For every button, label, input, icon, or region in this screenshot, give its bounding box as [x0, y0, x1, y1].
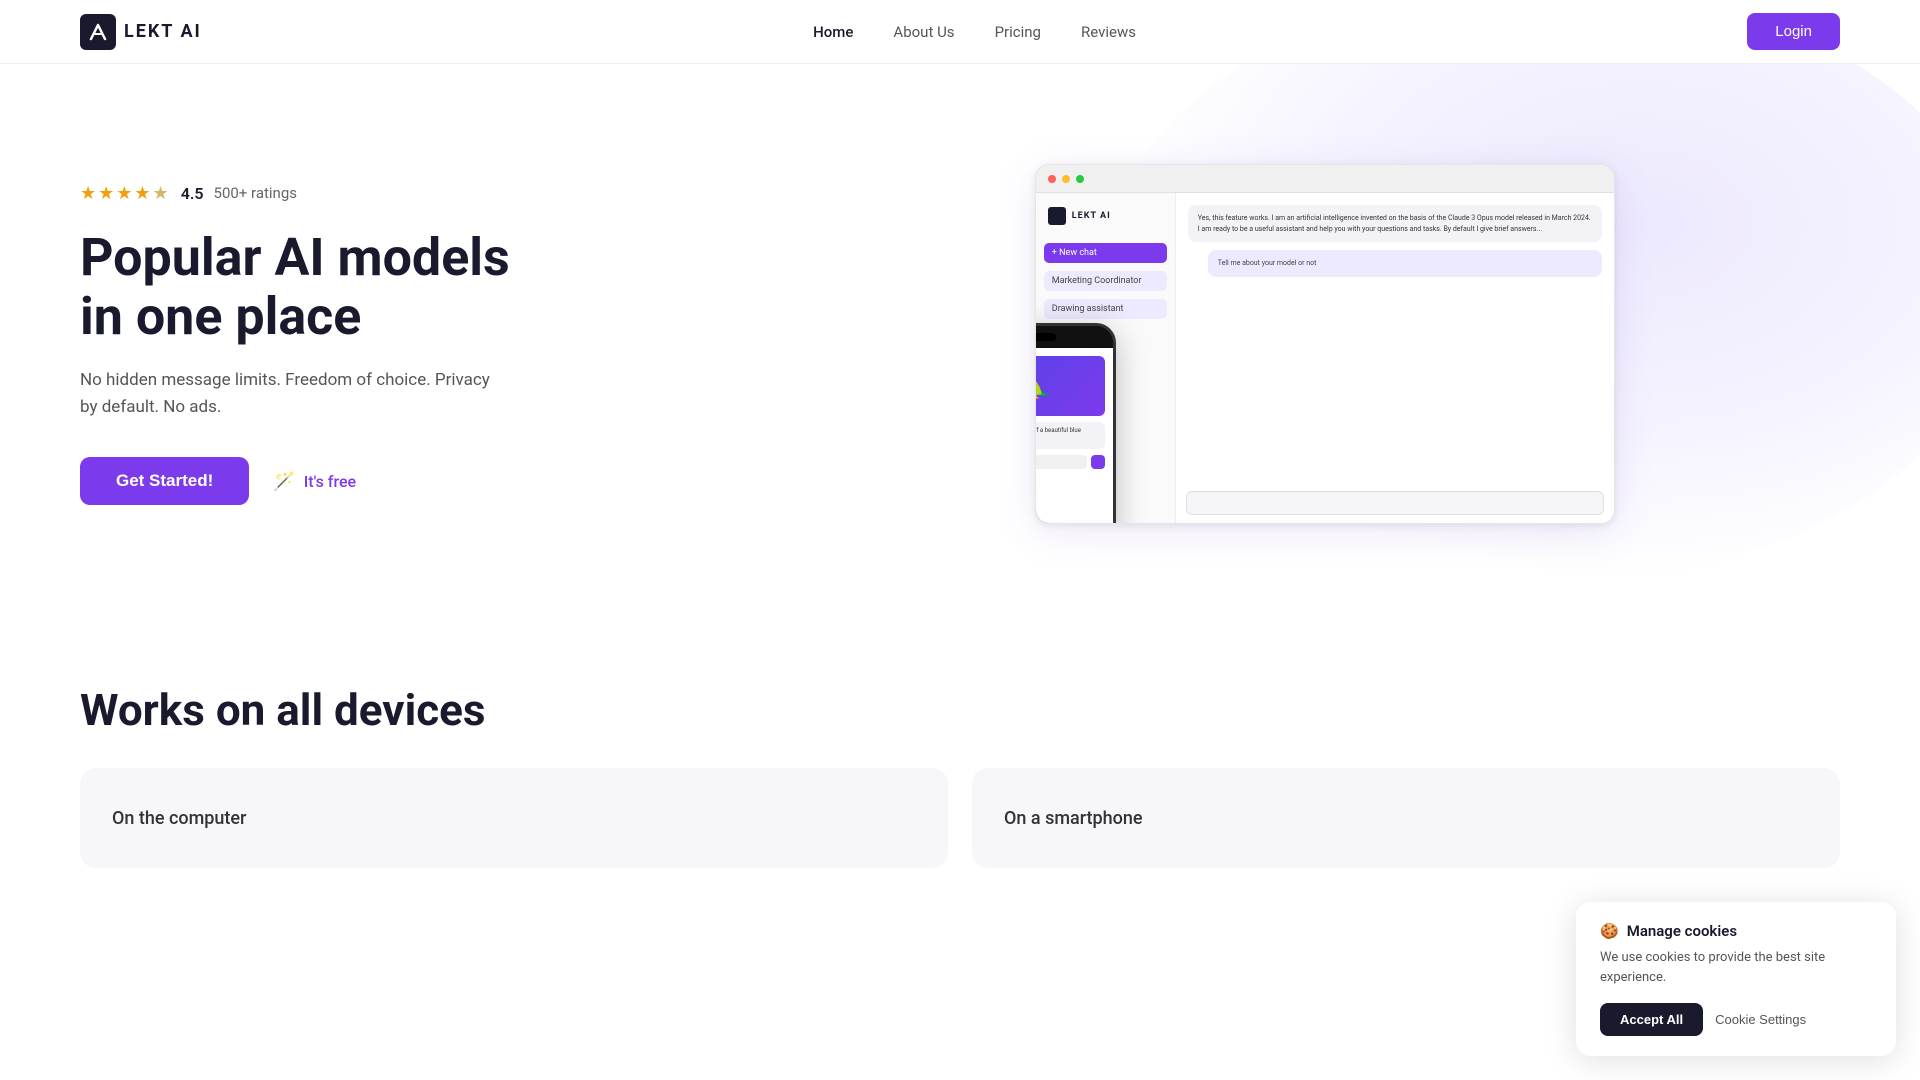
cookie-settings-button[interactable]: Cookie Settings [1715, 1012, 1806, 1027]
smartphone-card: On a smartphone [972, 768, 1840, 868]
devices-heading: Works on all devices [80, 684, 1840, 736]
computer-label: On the computer [112, 808, 246, 829]
bird-icon: 🦜 [1035, 372, 1051, 400]
desktop-mockup: LEKT AI + New chat Marketing Coordinator… [1035, 164, 1615, 524]
mobile-chat-1: Sure! Here's an image of a beautiful blu… [1035, 422, 1105, 449]
dot-red [1048, 175, 1056, 183]
dot-yellow [1062, 175, 1070, 183]
logo-icon [80, 14, 116, 50]
mobile-input[interactable] [1035, 455, 1087, 469]
chat-bubble-user: Tell me about your model or not [1208, 250, 1602, 277]
logo-link[interactable]: LEKT AI [80, 14, 202, 50]
devices-section: Works on all devices On the computer On … [0, 624, 1920, 908]
dot-green [1076, 175, 1084, 183]
rating-row: ★★★★★ 4.5 500+ ratings [80, 183, 510, 204]
sidebar-logo-mini [1048, 207, 1066, 225]
cookie-icon: 🍪 [1600, 922, 1619, 940]
nav-reviews[interactable]: Reviews [1081, 23, 1136, 41]
nav-links: Home About Us Pricing Reviews [813, 23, 1136, 41]
mobile-notch [1035, 333, 1056, 341]
devices-cards: On the computer On a smartphone [80, 768, 1840, 868]
cookie-title: 🍪 Manage cookies [1600, 922, 1872, 940]
sidebar-logo: LEKT AI [1044, 203, 1167, 229]
mobile-body: 🦜 Sure! Here's an image of a beautiful b… [1035, 348, 1113, 524]
hero-section: ★★★★★ 4.5 500+ ratings Popular AI models… [0, 64, 1920, 624]
mobile-overlay: 🦜 Sure! Here's an image of a beautiful b… [1035, 323, 1116, 524]
hero-left: ★★★★★ 4.5 500+ ratings Popular AI models… [80, 183, 510, 506]
cookie-banner: 🍪 Manage cookies We use cookies to provi… [1576, 902, 1896, 1056]
rating-count: 500+ ratings [214, 184, 297, 202]
sidebar-logo-text: LEKT AI [1072, 211, 1111, 221]
sidebar-new-chat[interactable]: + New chat [1044, 243, 1167, 263]
login-button[interactable]: Login [1747, 13, 1840, 50]
cookie-title-text: Manage cookies [1627, 922, 1737, 940]
hero-heading: Popular AI models in one place [80, 228, 510, 348]
its-free-label: 🪄 It's free [273, 471, 356, 492]
computer-card: On the computer [80, 768, 948, 868]
get-started-button[interactable]: Get Started! [80, 457, 249, 505]
device-body: LEKT AI + New chat Marketing Coordinator… [1036, 193, 1614, 523]
chat-bubble-ai: Yes, this feature works. I am an artific… [1188, 205, 1602, 242]
magic-icon: 🪄 [273, 471, 295, 492]
cta-row: Get Started! 🪄 It's free [80, 457, 510, 505]
sidebar-item-2[interactable]: Drawing assistant [1044, 299, 1167, 319]
cookie-text: We use cookies to provide the best site … [1600, 948, 1872, 987]
logo-text: LEKT AI [124, 21, 202, 42]
rating-score: 4.5 [181, 184, 204, 203]
hero-subtext: No hidden message limits. Freedom of cho… [80, 367, 500, 421]
navbar: LEKT AI Home About Us Pricing Reviews Lo… [0, 0, 1920, 64]
smartphone-label: On a smartphone [1004, 808, 1143, 829]
nav-home[interactable]: Home [813, 23, 853, 41]
nav-about[interactable]: About Us [893, 23, 954, 41]
hero-right: LEKT AI + New chat Marketing Coordinator… [730, 64, 1920, 624]
cookie-buttons: Accept All Cookie Settings [1600, 1003, 1872, 1036]
stars: ★★★★★ [80, 183, 171, 204]
nav-pricing[interactable]: Pricing [995, 23, 1041, 41]
sidebar-item-1[interactable]: Marketing Coordinator [1044, 271, 1167, 291]
mobile-actions [1035, 455, 1105, 469]
chat-input-mock[interactable] [1186, 491, 1604, 515]
mobile-topbar [1035, 326, 1113, 348]
device-main: Yes, this feature works. I am an artific… [1176, 193, 1614, 523]
accept-all-button[interactable]: Accept All [1600, 1003, 1703, 1036]
mobile-send[interactable] [1091, 455, 1105, 469]
topbar [1036, 165, 1614, 193]
mobile-image: 🦜 [1035, 356, 1105, 416]
